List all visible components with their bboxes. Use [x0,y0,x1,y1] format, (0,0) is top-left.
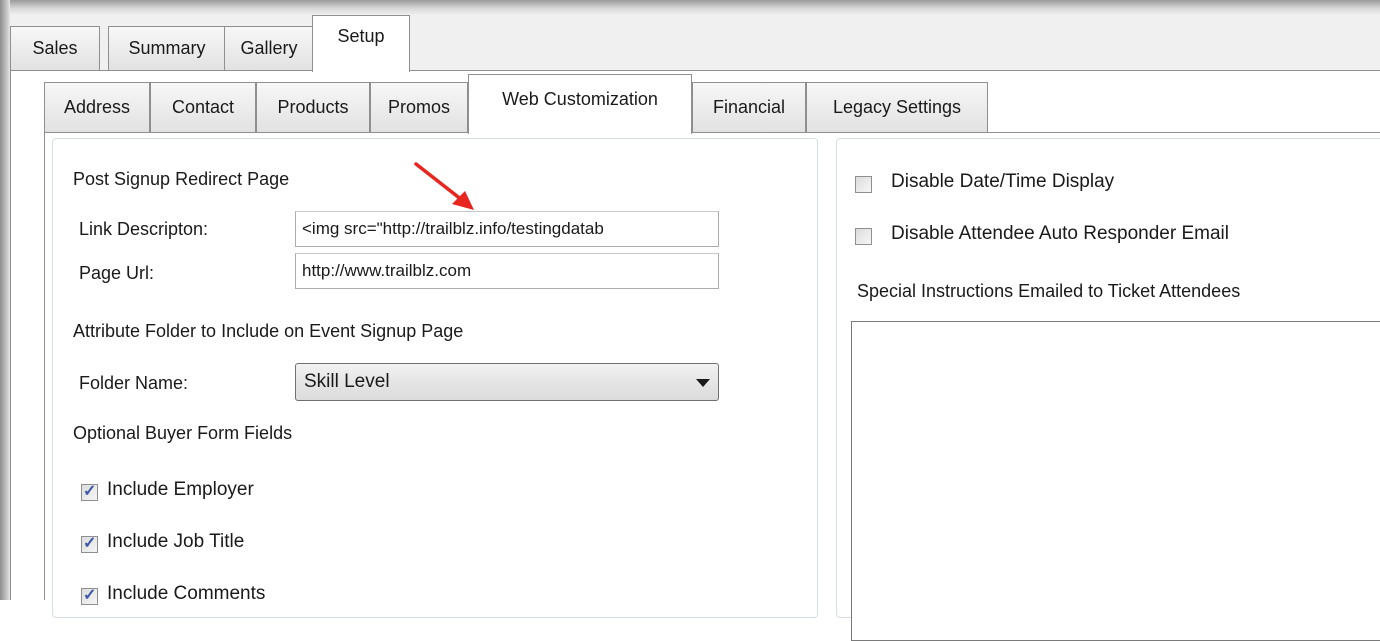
tab-products[interactable]: Products [256,82,370,132]
tab-sales[interactable]: Sales [10,26,100,70]
include-job-title-label[interactable]: Include Job Title [107,531,244,553]
page-url-label: Page Url: [79,263,155,283]
chevron-down-icon[interactable] [696,379,710,387]
window-title-frame [0,0,1380,14]
right-group-box: Disable Date/Time Display Disable Attend… [836,138,1380,641]
attribute-folder-heading: Attribute Folder to Include on Event Sig… [73,321,464,341]
post-signup-redirect-heading: Post Signup Redirect Page [73,169,290,189]
folder-name-label: Folder Name: [79,373,189,393]
tab-contact[interactable]: Contact [150,82,256,132]
include-job-title-checkbox[interactable] [81,533,98,553]
include-employer-checkbox[interactable] [81,481,98,501]
folder-name-select[interactable]: Skill Level [295,363,719,401]
include-comments-checkbox[interactable] [81,585,98,605]
page-url-field[interactable]: http://www.trailblz.com [295,253,719,289]
special-instructions-textarea[interactable] [851,321,1380,641]
disable-auto-responder-label[interactable]: Disable Attendee Auto Responder Email [891,223,1229,245]
annotation-arrow-icon [414,162,474,210]
disable-auto-responder-checkbox[interactable] [855,228,872,245]
tab-summary[interactable]: Summary [108,26,226,70]
disable-datetime-label[interactable]: Disable Date/Time Display [891,171,1114,193]
include-comments-label[interactable]: Include Comments [107,583,265,605]
include-employer-label[interactable]: Include Employer [107,479,254,501]
tab-promos[interactable]: Promos [370,82,468,132]
link-description-field[interactable]: <img src="http://trailblz.info/testingda… [295,211,719,247]
tab-setup[interactable]: Setup [312,15,410,72]
tab-legacy-settings[interactable]: Legacy Settings [806,82,988,132]
disable-datetime-checkbox[interactable] [855,176,872,193]
special-instructions-label: Special Instructions Emailed to Ticket A… [857,281,1241,301]
tab-financial[interactable]: Financial [692,82,806,132]
tab-address[interactable]: Address [44,82,150,132]
folder-name-selected-value: Skill Level [304,371,390,392]
tab-gallery[interactable]: Gallery [224,26,314,70]
setup-window: Sales Summary Gallery Setup Address Cont… [10,14,1380,641]
window-left-frame [0,0,10,600]
optional-buyer-fields-heading: Optional Buyer Form Fields [73,423,293,443]
link-description-label: Link Descripton: [79,219,209,239]
tab-web-customization[interactable]: Web Customization [468,74,692,134]
